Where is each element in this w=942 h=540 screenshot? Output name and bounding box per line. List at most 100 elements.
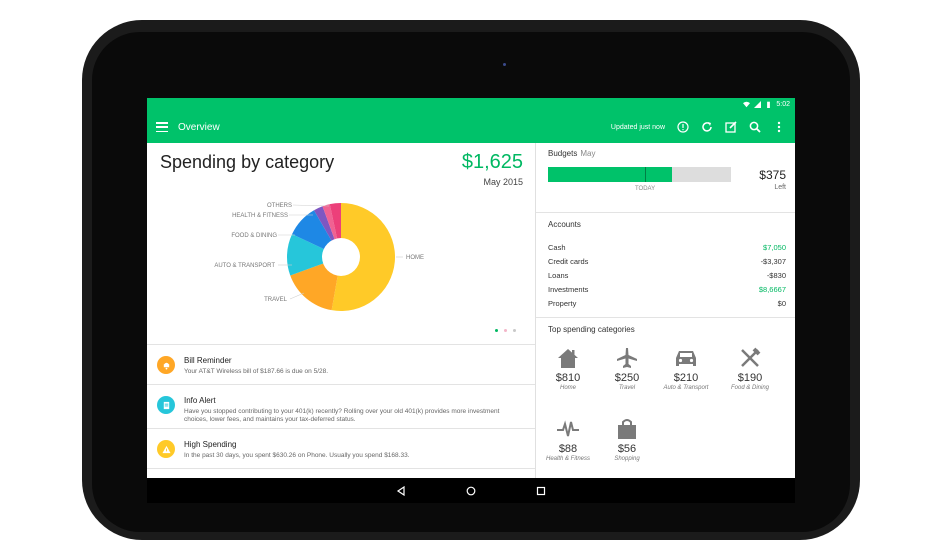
- budgets-card[interactable]: Budgets May TODAY $375 Left: [536, 143, 795, 213]
- alert-item[interactable]: Info Alert Have you stopped contributing…: [147, 384, 535, 428]
- category-name: Health & Fitness: [545, 456, 591, 462]
- page-dot-active[interactable]: [495, 329, 498, 332]
- spending-card[interactable]: OTHERS HEALTH & FITNESS FOOD & DINING AU…: [147, 143, 535, 344]
- category-name: Auto & Transport: [663, 385, 709, 391]
- account-row-credit-cards: Credit cards -$3,307: [548, 257, 786, 266]
- pie-label-food: FOOD & DINING: [231, 233, 277, 239]
- pie-label-health: HEALTH & FITNESS: [232, 213, 288, 219]
- budget-progress-fill: [548, 167, 673, 182]
- info-doc-icon: [157, 396, 175, 414]
- budget-left-amount: $375: [759, 168, 786, 182]
- top-categories-title: Top spending categories: [548, 325, 635, 334]
- toolbar-title: Overview: [178, 121, 220, 133]
- pie-center-hole: [322, 238, 360, 276]
- accounts-title: Accounts: [548, 220, 581, 229]
- edit-icon[interactable]: [723, 119, 739, 135]
- left-panel: OTHERS HEALTH & FITNESS FOOD & DINING AU…: [147, 143, 535, 503]
- pie-label-travel: TRAVEL: [264, 297, 288, 303]
- account-label: Cash: [548, 243, 566, 252]
- wifi-icon: [743, 101, 751, 108]
- airplane-icon: [614, 346, 640, 370]
- page-dot[interactable]: [504, 329, 507, 332]
- category-travel[interactable]: $250 Travel: [597, 346, 657, 391]
- right-panel: Budgets May TODAY $375 Left Accounts Cash…: [536, 143, 795, 503]
- alert-item[interactable]: Bill Reminder Your AT&T Wireless bill of…: [147, 344, 535, 384]
- category-home[interactable]: $810 Home: [538, 346, 598, 391]
- account-row-cash: Cash $7,050: [548, 243, 786, 252]
- account-label: Loans: [548, 271, 569, 280]
- front-camera: [503, 63, 506, 66]
- chart-title: Spending by category: [160, 152, 335, 172]
- category-auto-transport[interactable]: $210 Auto & Transport: [656, 346, 716, 391]
- clock: 5:02: [776, 101, 790, 108]
- category-amount: $210: [673, 372, 699, 384]
- alert-body: Have you stopped contributing to your 40…: [184, 408, 500, 423]
- account-value: $7,050: [763, 243, 786, 252]
- info-icon[interactable]: [675, 119, 691, 135]
- budget-progress-bar: [548, 167, 731, 182]
- pie-label-auto: AUTO & TRANSPORT: [214, 263, 275, 269]
- category-amount: $190: [737, 372, 763, 384]
- menu-icon[interactable]: [156, 122, 168, 132]
- account-label: Credit cards: [548, 257, 589, 266]
- alert-item[interactable]: High Spending In the past 30 days, you s…: [147, 428, 535, 468]
- alert-body: Your AT&T Wireless bill of $187.66 is du…: [184, 368, 329, 375]
- warning-icon: [157, 440, 175, 458]
- battery-icon: [767, 101, 771, 108]
- account-value: $0: [777, 299, 786, 308]
- signal-icon: [754, 101, 762, 108]
- account-row-investments: Investments $8,6667: [548, 285, 786, 294]
- pulse-icon: [555, 417, 581, 441]
- budgets-title: Budgets May: [548, 149, 596, 158]
- bell-icon: [157, 356, 175, 374]
- recents-icon[interactable]: [534, 484, 548, 498]
- category-amount: $810: [555, 372, 581, 384]
- page-indicator[interactable]: [495, 329, 516, 332]
- page-dot[interactable]: [513, 329, 516, 332]
- top-categories-card[interactable]: Top spending categories $810 Home $250 T…: [536, 318, 795, 503]
- alert-title: Info Alert: [184, 396, 216, 405]
- alert-title: Bill Reminder: [184, 356, 232, 365]
- category-amount: $56: [617, 443, 637, 455]
- account-value: -$3,307: [760, 257, 786, 266]
- fork-knife-icon: [737, 346, 763, 370]
- back-icon[interactable]: [394, 484, 408, 498]
- category-name: Travel: [618, 385, 636, 391]
- category-health-fitness[interactable]: $88 Health & Fitness: [538, 417, 598, 462]
- account-row-property: Property $0: [548, 299, 786, 308]
- refresh-icon[interactable]: [699, 119, 715, 135]
- alert-body: In the past 30 days, you spent $630.26 o…: [184, 452, 410, 459]
- accounts-card[interactable]: Accounts Cash $7,050 Credit cards -$3,30…: [536, 213, 795, 318]
- pie-label-home: HOME: [406, 255, 424, 261]
- category-food-dining[interactable]: $190 Food & Dining: [720, 346, 780, 391]
- status-bar: 5:02: [147, 98, 795, 111]
- more-icon[interactable]: [771, 119, 787, 135]
- category-name: Shopping: [614, 456, 640, 462]
- car-icon: [673, 346, 699, 370]
- category-amount: $250: [614, 372, 640, 384]
- account-row-loans: Loans -$830: [548, 271, 786, 280]
- pie-label-others: OTHERS: [267, 203, 292, 209]
- today-label: TODAY: [634, 186, 656, 192]
- shopping-bag-icon: [614, 417, 640, 441]
- alert-title: High Spending: [184, 440, 237, 449]
- home-nav-icon[interactable]: [464, 484, 478, 498]
- total-spending: $1,625: [461, 151, 523, 173]
- spending-period: May 2015: [483, 177, 523, 187]
- alerts-list: Bill Reminder Your AT&T Wireless bill of…: [147, 344, 535, 482]
- app-toolbar: Overview Updated just now: [147, 111, 795, 143]
- home-icon: [555, 346, 581, 370]
- updated-status: Updated just now: [610, 123, 665, 131]
- search-icon[interactable]: [747, 119, 763, 135]
- account-label: Property: [548, 299, 577, 308]
- app-screen: 5:02 Overview Updated just now OTHERS HE…: [147, 98, 795, 503]
- category-name: Home: [559, 385, 576, 391]
- account-value: -$830: [766, 271, 786, 280]
- account-label: Investments: [548, 285, 589, 294]
- budget-left-label: Left: [774, 184, 786, 191]
- category-name: Food & Dining: [730, 385, 770, 391]
- budget-month: May: [580, 149, 596, 158]
- today-marker: [644, 167, 646, 182]
- category-shopping[interactable]: $56 Shopping: [597, 417, 657, 462]
- account-value: $8,6667: [758, 285, 786, 294]
